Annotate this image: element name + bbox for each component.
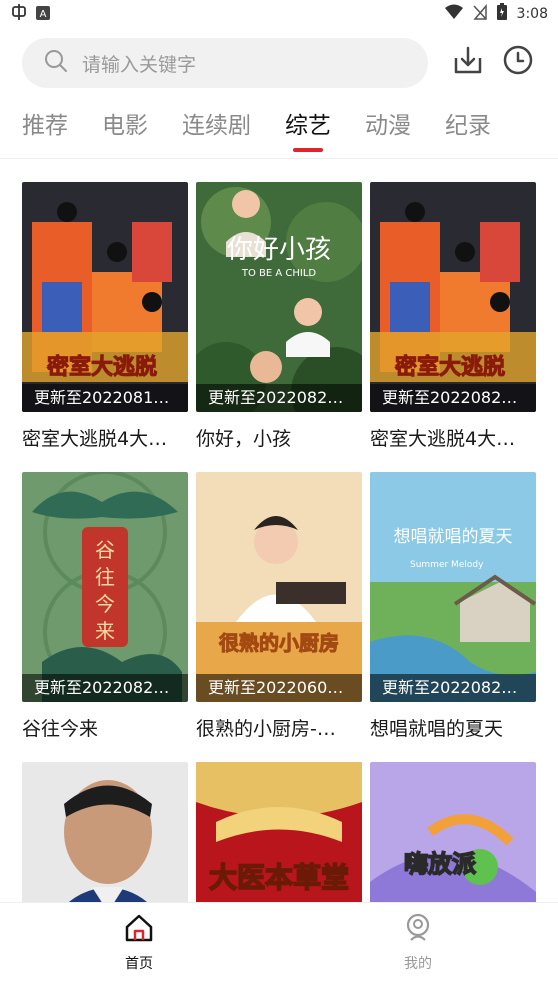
- update-status: 更新至2022082…: [22, 674, 188, 702]
- content-card[interactable]: 想唱就唱的夏天 Summer Melody 更新至2022082… 想唱就唱的夏…: [370, 472, 536, 741]
- download-button[interactable]: [450, 44, 486, 80]
- poster-title-text: 密室大逃脱: [395, 354, 505, 380]
- tab-recommend[interactable]: 推荐: [22, 108, 68, 154]
- svg-text:Summer Melody: Summer Melody: [410, 560, 484, 570]
- poster-subtitle-text: TO BE A CHILD: [241, 268, 317, 279]
- no-signal-icon: [472, 3, 487, 24]
- poster-title-text: 想唱就唱的夏天: [394, 527, 513, 547]
- bottom-nav: 首页 我的: [0, 902, 558, 992]
- home-icon: [124, 913, 154, 947]
- history-button[interactable]: [500, 44, 536, 80]
- status-time: 3:08: [516, 5, 548, 22]
- card-title: 你好，小孩: [196, 428, 292, 450]
- update-status: 更新至2022082…: [196, 384, 362, 412]
- card-title: 密室大逃脱4大…: [22, 428, 168, 450]
- poster-image: 密室大逃脱 更新至2022082…: [370, 182, 536, 412]
- poster-image: 很熟的小厨房 更新至2022060…: [196, 472, 362, 702]
- profile-icon: [403, 913, 433, 947]
- category-tabs: 推荐 电影 连续剧 综艺 动漫 纪录: [22, 108, 525, 154]
- poster-image: 嗨放派: [370, 762, 536, 902]
- update-status: 更新至2022081…: [22, 384, 188, 412]
- nav-home[interactable]: 首页: [99, 913, 179, 973]
- poster-title-text: 密室大逃脱: [47, 354, 157, 380]
- svg-text:往: 往: [95, 565, 115, 589]
- update-status: 更新至2022060…: [196, 674, 362, 702]
- download-icon: [452, 44, 484, 80]
- app-notification-icon: [10, 3, 28, 25]
- nav-profile[interactable]: 我的: [378, 913, 458, 973]
- update-status: 更新至2022082…: [370, 384, 536, 412]
- nav-home-label: 首页: [125, 956, 153, 972]
- card-title: 很熟的小厨房-…: [196, 718, 336, 740]
- search-input[interactable]: 请输入关键字: [22, 38, 428, 88]
- content-card[interactable]: 大医本草堂: [196, 762, 362, 902]
- nav-profile-label: 我的: [404, 956, 432, 972]
- tab-movie[interactable]: 电影: [102, 108, 148, 154]
- wifi-icon: [444, 4, 463, 24]
- poster-image: 密室大逃脱 更新至2022081…: [22, 182, 188, 412]
- update-status: 更新至2022082…: [370, 674, 536, 702]
- a-badge-icon: A: [36, 5, 50, 24]
- tab-variety[interactable]: 综艺: [285, 108, 331, 154]
- status-bar: A 3:08: [0, 0, 558, 26]
- search-icon: [44, 49, 68, 77]
- tab-anime[interactable]: 动漫: [365, 108, 411, 154]
- history-clock-icon: [502, 44, 534, 80]
- poster-image: 谷 往 今 来 更新至2022082…: [22, 472, 188, 702]
- battery-icon: [496, 3, 507, 24]
- card-title: 想唱就唱的夏天: [370, 718, 504, 740]
- card-title: 谷往今来: [22, 718, 99, 740]
- card-title: 密室大逃脱4大…: [370, 428, 516, 450]
- tab-documentary[interactable]: 纪录: [445, 108, 491, 154]
- poster-image: 大医本草堂: [196, 762, 362, 902]
- content-card[interactable]: 嗨放派: [370, 762, 536, 902]
- poster-image: 想唱就唱的夏天 Summer Melody 更新至2022082…: [370, 472, 536, 702]
- poster-title-text: 谷: [95, 538, 115, 562]
- content-card[interactable]: 谷 往 今 来 更新至2022082… 谷往今来: [22, 472, 188, 741]
- content-card[interactable]: 你好小孩 TO BE A CHILD 更新至2022082… 你好，小孩: [196, 182, 362, 451]
- tab-series[interactable]: 连续剧: [182, 108, 251, 154]
- svg-text:A: A: [40, 9, 47, 20]
- search-placeholder: 请输入关键字: [82, 53, 197, 76]
- content-card[interactable]: 密室大逃脱 更新至2022082… 密室大逃脱4大…: [370, 182, 536, 451]
- active-tab-indicator: [293, 148, 323, 152]
- content-card[interactable]: [22, 762, 188, 902]
- poster-title-text: 很熟的小厨房: [219, 631, 339, 655]
- poster-title-text: 嗨放派: [404, 850, 476, 878]
- content-card[interactable]: 密室大逃脱 更新至2022081… 密室大逃脱4大…: [22, 182, 188, 451]
- tabs-divider: [0, 158, 558, 159]
- content-grid: 密室大逃脱 更新至2022081… 密室大逃脱4大… 你好小孩 TO BE A …: [22, 182, 538, 902]
- svg-text:今: 今: [95, 592, 115, 616]
- poster-title-text: 大医本草堂: [209, 861, 349, 894]
- poster-image: [22, 762, 188, 902]
- search-row: 请输入关键字: [22, 38, 542, 88]
- content-card[interactable]: 很熟的小厨房 更新至2022060… 很熟的小厨房-…: [196, 472, 362, 741]
- poster-title-text: 你好小孩: [227, 235, 331, 265]
- poster-image: 你好小孩 TO BE A CHILD 更新至2022082…: [196, 182, 362, 412]
- svg-text:来: 来: [95, 619, 115, 643]
